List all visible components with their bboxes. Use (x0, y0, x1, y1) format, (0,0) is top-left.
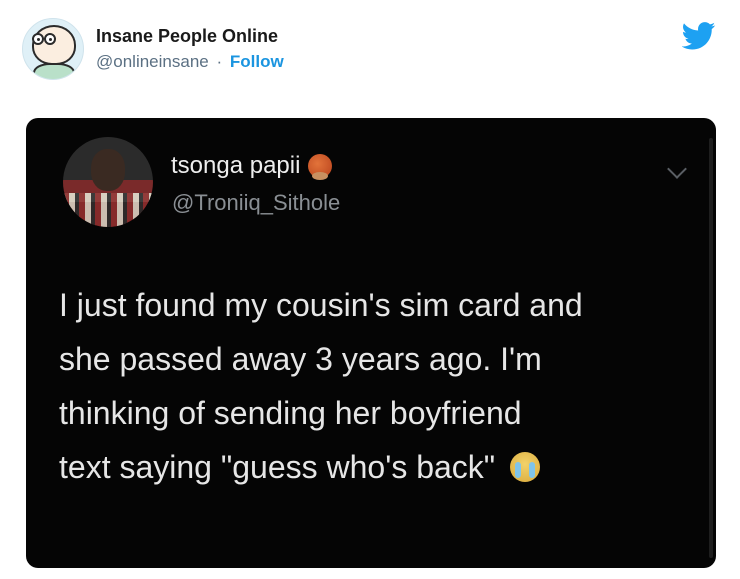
avatar-head (91, 149, 125, 191)
basketball-emoji-icon (308, 154, 333, 180)
author-avatar[interactable] (22, 18, 84, 80)
embed-author: Insane People Online @onlineinsane · Fol… (22, 16, 284, 82)
separator: · (216, 52, 223, 71)
screenshot-name-text: tsonga papii (171, 152, 301, 179)
author-name[interactable]: Insane People Online (96, 24, 284, 48)
tweet-embed: Insane People Online @onlineinsane · Fol… (0, 0, 740, 579)
tweet-text-line: I just found my cousin's sim card and (59, 287, 583, 323)
crying-face-emoji-icon (510, 451, 541, 482)
author-text: Insane People Online @onlineinsane · Fol… (96, 24, 284, 74)
tweet-text-line: text saying "guess who's back" (59, 449, 496, 485)
screenshot-user-name: tsonga papii (171, 152, 333, 180)
avatar-body (33, 63, 75, 79)
screenshot-scrollbar (709, 138, 713, 558)
follow-button[interactable]: Follow (230, 52, 284, 71)
chevron-down-icon (667, 159, 687, 179)
tweet-text-line: she passed away 3 years ago. I'm (59, 341, 542, 377)
avatar-shirt (63, 193, 153, 227)
tweet-text-line: thinking of sending her boyfriend (59, 395, 522, 431)
avatar-eye-left (32, 33, 44, 45)
avatar-eye-right (44, 33, 56, 45)
screenshot-user-handle: @Troniiq_Sithole (172, 190, 341, 215)
twitter-bird-icon[interactable] (682, 22, 716, 50)
author-handle[interactable]: @onlineinsane (96, 52, 209, 71)
tweet-text-line-last: text saying "guess who's back" (59, 440, 699, 494)
author-handle-line: @onlineinsane · Follow (96, 50, 284, 74)
avatar-face (32, 25, 76, 65)
tweet-screenshot-image: tsonga papii @Troniiq_Sithole I just fou… (26, 118, 716, 568)
screenshot-tweet-text: I just found my cousin's sim card and sh… (59, 278, 699, 494)
screenshot-user-avatar (63, 137, 153, 227)
